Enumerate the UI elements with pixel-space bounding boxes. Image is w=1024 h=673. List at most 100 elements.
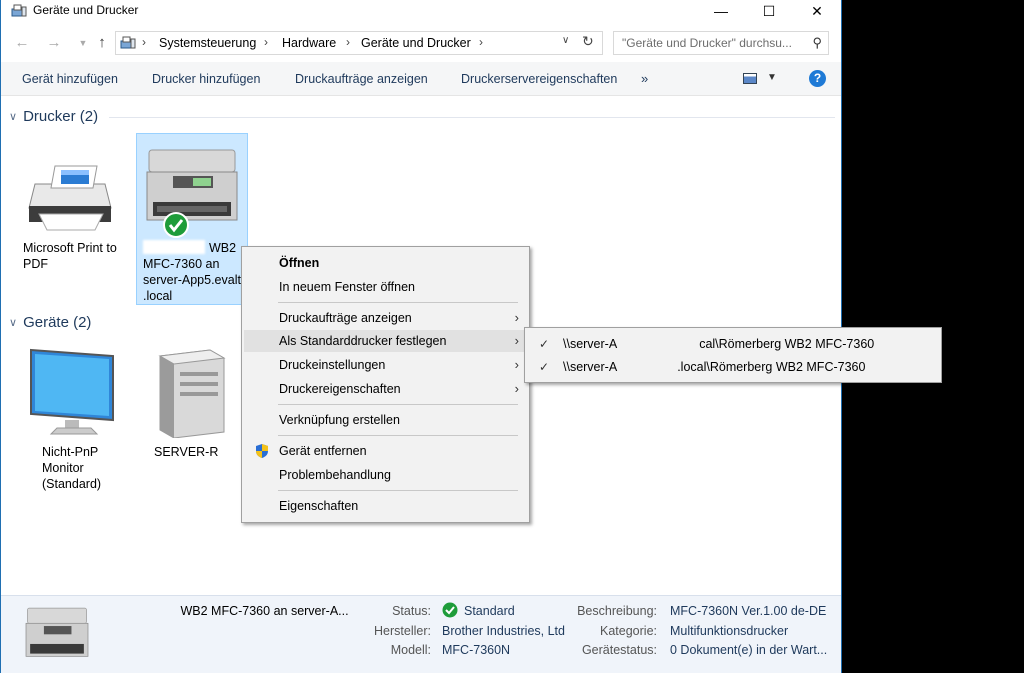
back-arrow-icon[interactable]: ←: [13, 34, 31, 52]
server-icon: [158, 349, 226, 438]
breadcrumb-hardware[interactable]: Hardware: [282, 36, 336, 50]
collapse-chevron-icon[interactable]: ∨: [9, 110, 17, 123]
add-printer-button[interactable]: Drucker hinzufügen: [152, 72, 260, 86]
menu-item-set-default-printer[interactable]: Als Standarddrucker festlegen ›: [244, 330, 527, 352]
device-item-server[interactable]: SERVER-R: [136, 340, 236, 500]
submenu-item-prefix: \\server-A: [563, 360, 618, 374]
multifunction-printer-icon: [25, 607, 89, 657]
submenu-item-printer-2[interactable]: ✓ \\server-A .local\Römerberg WB2 MFC-73…: [527, 356, 939, 378]
details-pane: WB2 MFC-7360 an server-A... Status: Stan…: [1, 595, 841, 673]
control-panel-icon: [120, 36, 136, 49]
menu-separator: [278, 490, 518, 491]
printer-item-label: Microsoft Print to PDF: [23, 241, 117, 271]
maximize-button[interactable]: ☐: [746, 0, 792, 22]
address-bar[interactable]: › Systemsteuerung › Hardware › Geräte un…: [115, 31, 603, 55]
model-label: Modell:: [390, 643, 431, 657]
menu-item-show-print-jobs[interactable]: Druckaufträge anzeigen ›: [244, 307, 527, 329]
search-input[interactable]: [622, 35, 802, 51]
monitor-icon: [30, 348, 114, 435]
menu-item-printing-preferences[interactable]: Druckeinstellungen ›: [244, 354, 527, 376]
device-item-label: SERVER-R: [154, 445, 219, 459]
submenu-arrow-icon: ›: [514, 333, 519, 348]
help-button[interactable]: ?: [809, 70, 826, 87]
submenu-item-suffix: cal\Römerberg WB2 MFC-7360: [699, 337, 875, 351]
more-commands-button[interactable]: »: [641, 71, 648, 86]
show-print-jobs-button[interactable]: Druckaufträge anzeigen: [295, 72, 428, 86]
view-dropdown-icon[interactable]: ▼: [767, 72, 777, 83]
device-status-value: 0 Dokument(e) in der Wart...: [670, 643, 828, 657]
submenu-item-suffix: .local\Römerberg WB2 MFC-7360: [677, 360, 866, 374]
search-box[interactable]: ⚲: [613, 31, 829, 55]
menu-item-label: Druckeinstellungen: [279, 358, 386, 372]
submenu-arrow-icon: ›: [514, 381, 519, 396]
device-status-label: Gerätestatus:: [581, 643, 657, 657]
breadcrumb-geraete-und-drucker[interactable]: Geräte und Drucker: [361, 36, 471, 50]
breadcrumb-separator-icon[interactable]: ›: [346, 35, 350, 49]
printers-group-header[interactable]: ∨ Drucker (2): [9, 108, 98, 125]
devices-group-title: Geräte (2): [23, 314, 92, 331]
print-server-properties-button[interactable]: Druckerservereigenschaften: [461, 72, 617, 86]
command-bar: Gerät hinzufügen Drucker hinzufügen Druc…: [1, 62, 841, 96]
recent-locations-dropdown-icon[interactable]: ▼: [74, 34, 92, 52]
submenu-item-prefix: \\server-A: [563, 337, 618, 351]
menu-separator: [278, 302, 518, 303]
manufacturer-value: Brother Industries, Ltd: [442, 624, 565, 638]
context-menu: Öffnen In neuem Fenster öffnen Druckauft…: [241, 246, 530, 523]
title-bar: Geräte und Drucker — ☐ ✕: [1, 0, 841, 22]
uac-shield-icon: [256, 444, 268, 458]
collapse-chevron-icon[interactable]: ∨: [9, 316, 17, 329]
description-value: MFC-7360N Ver.1.00 de-DE: [670, 604, 827, 618]
printer-icon: [28, 165, 112, 231]
submenu-arrow-icon: ›: [514, 310, 519, 325]
group-divider: [109, 117, 835, 118]
search-icon[interactable]: ⚲: [812, 35, 822, 51]
menu-item-create-shortcut[interactable]: Verknüpfung erstellen: [244, 409, 527, 431]
device-name: WB2 MFC-7360 an server-A...: [180, 604, 349, 618]
menu-separator: [278, 404, 518, 405]
address-dropdown-icon[interactable]: ∨: [562, 35, 569, 46]
menu-separator: [278, 435, 518, 436]
default-printer-check-icon: [163, 212, 189, 238]
menu-item-label: Gerät entfernen: [279, 444, 367, 458]
check-icon: ✓: [539, 337, 550, 351]
description-label: Beschreibung:: [577, 604, 657, 618]
window-title: Geräte und Drucker: [33, 3, 139, 17]
printers-group-title: Drucker (2): [23, 108, 99, 125]
model-value: MFC-7360N: [442, 643, 511, 657]
check-icon: ✓: [539, 360, 550, 374]
menu-item-open-new-window[interactable]: In neuem Fenster öffnen: [244, 276, 527, 298]
status-label: Status:: [392, 604, 431, 618]
menu-item-label: Druckaufträge anzeigen: [279, 311, 412, 325]
menu-item-printer-properties[interactable]: Druckereigenschaften ›: [244, 378, 527, 400]
device-item-monitor[interactable]: Nicht-PnP Monitor (Standard): [17, 340, 129, 500]
refresh-icon[interactable]: ↻: [582, 33, 594, 50]
printer-item-microsoft-pdf[interactable]: Microsoft Print to PDF: [17, 140, 129, 280]
menu-item-properties[interactable]: Eigenschaften: [244, 495, 527, 517]
devices-printers-icon: [11, 4, 27, 17]
breadcrumb-separator-icon[interactable]: ›: [142, 35, 146, 49]
devices-group-header[interactable]: ∨ Geräte (2): [9, 314, 91, 331]
category-label: Kategorie:: [600, 624, 657, 638]
submenu-arrow-icon: ›: [514, 357, 519, 372]
breadcrumb-separator-icon[interactable]: ›: [264, 35, 268, 49]
printer-item-label: WB2 MFC-7360 an server-App5.evalt .local: [143, 241, 241, 303]
forward-arrow-icon[interactable]: →: [45, 34, 63, 52]
menu-item-remove-device[interactable]: Gerät entfernen: [244, 440, 527, 462]
manufacturer-label: Hersteller:: [374, 624, 431, 638]
menu-item-troubleshoot[interactable]: Problembehandlung: [244, 464, 527, 486]
up-arrow-icon[interactable]: ↑: [93, 34, 111, 52]
minimize-button[interactable]: —: [698, 0, 744, 22]
status-check-icon: [442, 602, 458, 618]
change-view-icon[interactable]: [743, 73, 757, 84]
menu-item-label: Als Standarddrucker festlegen: [279, 334, 447, 348]
printer-item-brother-mfc[interactable]: WB2 MFC-7360 an server-App5.evalt .local: [136, 133, 248, 305]
default-printer-submenu: ✓ \\server-A cal\Römerberg WB2 MFC-7360 …: [524, 327, 942, 383]
submenu-item-printer-1[interactable]: ✓ \\server-A cal\Römerberg WB2 MFC-7360: [527, 333, 939, 355]
status-value: Standard: [464, 604, 515, 618]
add-device-button[interactable]: Gerät hinzufügen: [22, 72, 118, 86]
close-button[interactable]: ✕: [794, 0, 840, 22]
menu-item-open[interactable]: Öffnen: [244, 252, 527, 274]
multifunction-printer-icon: [146, 149, 238, 221]
breadcrumb-systemsteuerung[interactable]: Systemsteuerung: [159, 36, 256, 50]
breadcrumb-separator-icon[interactable]: ›: [479, 35, 483, 49]
